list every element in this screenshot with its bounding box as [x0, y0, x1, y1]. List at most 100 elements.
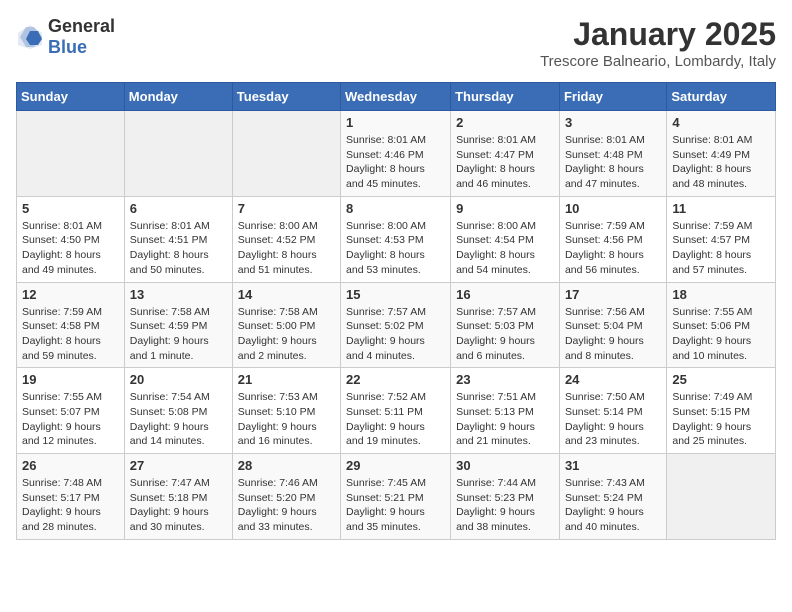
- calendar-cell: 4 Sunrise: 8:01 AM Sunset: 4:49 PM Daylig…: [667, 111, 776, 197]
- day-number: 1: [346, 115, 445, 130]
- day-number: 8: [346, 201, 445, 216]
- calendar-cell: 11 Sunrise: 7:59 AM Sunset: 4:57 PM Dayli…: [667, 196, 776, 282]
- day-info: Sunrise: 7:57 AM Sunset: 5:02 PM Dayligh…: [346, 305, 445, 364]
- calendar-subtitle: Trescore Balneario, Lombardy, Italy: [540, 53, 776, 70]
- day-number: 16: [456, 287, 554, 302]
- column-header-wednesday: Wednesday: [341, 83, 451, 111]
- day-info: Sunrise: 7:43 AM Sunset: 5:24 PM Dayligh…: [565, 476, 661, 535]
- calendar-week-4: 19 Sunrise: 7:55 AM Sunset: 5:07 PM Dayli…: [17, 368, 776, 454]
- calendar-cell: 17 Sunrise: 7:56 AM Sunset: 5:04 PM Dayli…: [559, 282, 666, 368]
- day-info: Sunrise: 8:00 AM Sunset: 4:53 PM Dayligh…: [346, 219, 445, 278]
- day-info: Sunrise: 8:01 AM Sunset: 4:49 PM Dayligh…: [672, 133, 770, 192]
- day-number: 2: [456, 115, 554, 130]
- day-info: Sunrise: 7:56 AM Sunset: 5:04 PM Dayligh…: [565, 305, 661, 364]
- calendar-cell: 26Sunrise: 7:48 AM Sunset: 5:17 PM Dayli…: [17, 454, 125, 540]
- calendar-cell: [124, 111, 232, 197]
- logo: General Blue: [16, 16, 115, 58]
- day-info: Sunrise: 8:01 AM Sunset: 4:48 PM Dayligh…: [565, 133, 661, 192]
- calendar-table: SundayMondayTuesdayWednesdayThursdayFrid…: [16, 82, 776, 540]
- calendar-cell: 18 Sunrise: 7:55 AM Sunset: 5:06 PM Dayli…: [667, 282, 776, 368]
- calendar-cell: 30 Sunrise: 7:44 AM Sunset: 5:23 PM Dayli…: [451, 454, 560, 540]
- day-number: 17: [565, 287, 661, 302]
- day-number: 15: [346, 287, 445, 302]
- day-number: 23: [456, 372, 554, 387]
- day-number: 7: [238, 201, 335, 216]
- day-number: 27: [130, 458, 227, 473]
- day-info: Sunrise: 7:55 AM Sunset: 5:07 PM Dayligh…: [22, 390, 119, 449]
- day-number: 30: [456, 458, 554, 473]
- calendar-cell: 10 Sunrise: 7:59 AM Sunset: 4:56 PM Dayli…: [559, 196, 666, 282]
- calendar-header: SundayMondayTuesdayWednesdayThursdayFrid…: [17, 83, 776, 111]
- day-info: Sunrise: 7:58 AM Sunset: 4:59 PM Dayligh…: [130, 305, 227, 364]
- day-info: Sunrise: 7:44 AM Sunset: 5:23 PM Dayligh…: [456, 476, 554, 535]
- day-number: 3: [565, 115, 661, 130]
- day-info: Sunrise: 7:46 AM Sunset: 5:20 PM Dayligh…: [238, 476, 335, 535]
- column-header-thursday: Thursday: [451, 83, 560, 111]
- day-info: Sunrise: 7:47 AM Sunset: 5:18 PM Dayligh…: [130, 476, 227, 535]
- day-info: Sunrise: 8:01 AM Sunset: 4:51 PM Dayligh…: [130, 219, 227, 278]
- day-info: Sunrise: 7:45 AM Sunset: 5:21 PM Dayligh…: [346, 476, 445, 535]
- day-number: 13: [130, 287, 227, 302]
- day-info: Sunrise: 8:01 AM Sunset: 4:46 PM Dayligh…: [346, 133, 445, 192]
- logo-icon: [16, 23, 44, 51]
- calendar-cell: 20Sunrise: 7:54 AM Sunset: 5:08 PM Dayli…: [124, 368, 232, 454]
- day-number: 22: [346, 372, 445, 387]
- day-number: 5: [22, 201, 119, 216]
- day-number: 18: [672, 287, 770, 302]
- day-info: Sunrise: 7:59 AM Sunset: 4:56 PM Dayligh…: [565, 219, 661, 278]
- calendar-cell: 19 Sunrise: 7:55 AM Sunset: 5:07 PM Dayli…: [17, 368, 125, 454]
- calendar-cell: [17, 111, 125, 197]
- day-number: 19: [22, 372, 119, 387]
- day-info: Sunrise: 7:55 AM Sunset: 5:06 PM Dayligh…: [672, 305, 770, 364]
- calendar-cell: 13 Sunrise: 7:58 AM Sunset: 4:59 PM Dayli…: [124, 282, 232, 368]
- calendar-cell: 7 Sunrise: 8:00 AM Sunset: 4:52 PM Daylig…: [232, 196, 340, 282]
- day-info: Sunrise: 7:59 AM Sunset: 4:57 PM Dayligh…: [672, 219, 770, 278]
- day-info: Sunrise: 7:58 AM Sunset: 5:00 PM Dayligh…: [238, 305, 335, 364]
- logo-blue: Blue: [48, 37, 87, 57]
- day-number: 25: [672, 372, 770, 387]
- day-info: Sunrise: 7:53 AM Sunset: 5:10 PM Dayligh…: [238, 390, 335, 449]
- page-header: General Blue January 2025 Trescore Balne…: [16, 16, 776, 70]
- day-number: 20: [130, 372, 227, 387]
- day-number: 11: [672, 201, 770, 216]
- column-header-sunday: Sunday: [17, 83, 125, 111]
- day-info: Sunrise: 7:59 AM Sunset: 4:58 PM Dayligh…: [22, 305, 119, 364]
- day-info: Sunrise: 7:57 AM Sunset: 5:03 PM Dayligh…: [456, 305, 554, 364]
- calendar-cell: 5 Sunrise: 8:01 AM Sunset: 4:50 PM Daylig…: [17, 196, 125, 282]
- day-info: Sunrise: 7:50 AM Sunset: 5:14 PM Dayligh…: [565, 390, 661, 449]
- calendar-week-5: 26Sunrise: 7:48 AM Sunset: 5:17 PM Dayli…: [17, 454, 776, 540]
- day-number: 14: [238, 287, 335, 302]
- calendar-cell: 29 Sunrise: 7:45 AM Sunset: 5:21 PM Dayli…: [341, 454, 451, 540]
- calendar-cell: 6Sunrise: 8:01 AM Sunset: 4:51 PM Daylig…: [124, 196, 232, 282]
- calendar-cell: 12 Sunrise: 7:59 AM Sunset: 4:58 PM Dayli…: [17, 282, 125, 368]
- day-info: Sunrise: 8:00 AM Sunset: 4:54 PM Dayligh…: [456, 219, 554, 278]
- calendar-cell: 22 Sunrise: 7:52 AM Sunset: 5:11 PM Dayli…: [341, 368, 451, 454]
- day-number: 31: [565, 458, 661, 473]
- day-info: Sunrise: 8:01 AM Sunset: 4:50 PM Dayligh…: [22, 219, 119, 278]
- day-number: 29: [346, 458, 445, 473]
- day-number: 10: [565, 201, 661, 216]
- calendar-week-1: 1 Sunrise: 8:01 AM Sunset: 4:46 PM Daylig…: [17, 111, 776, 197]
- day-number: 12: [22, 287, 119, 302]
- day-info: Sunrise: 8:00 AM Sunset: 4:52 PM Dayligh…: [238, 219, 335, 278]
- day-info: Sunrise: 8:01 AM Sunset: 4:47 PM Dayligh…: [456, 133, 554, 192]
- calendar-cell: 24Sunrise: 7:50 AM Sunset: 5:14 PM Dayli…: [559, 368, 666, 454]
- day-info: Sunrise: 7:52 AM Sunset: 5:11 PM Dayligh…: [346, 390, 445, 449]
- calendar-cell: 16 Sunrise: 7:57 AM Sunset: 5:03 PM Dayli…: [451, 282, 560, 368]
- calendar-cell: 31 Sunrise: 7:43 AM Sunset: 5:24 PM Dayli…: [559, 454, 666, 540]
- day-number: 9: [456, 201, 554, 216]
- calendar-cell: 23 Sunrise: 7:51 AM Sunset: 5:13 PM Dayli…: [451, 368, 560, 454]
- day-number: 28: [238, 458, 335, 473]
- calendar-cell: 9 Sunrise: 8:00 AM Sunset: 4:54 PM Daylig…: [451, 196, 560, 282]
- day-number: 21: [238, 372, 335, 387]
- day-number: 4: [672, 115, 770, 130]
- calendar-cell: 28 Sunrise: 7:46 AM Sunset: 5:20 PM Dayli…: [232, 454, 340, 540]
- calendar-week-3: 12 Sunrise: 7:59 AM Sunset: 4:58 PM Dayli…: [17, 282, 776, 368]
- logo-general: General: [48, 16, 115, 36]
- calendar-cell: 1 Sunrise: 8:01 AM Sunset: 4:46 PM Daylig…: [341, 111, 451, 197]
- calendar-cell: [667, 454, 776, 540]
- calendar-title: January 2025: [540, 16, 776, 53]
- day-info: Sunrise: 7:51 AM Sunset: 5:13 PM Dayligh…: [456, 390, 554, 449]
- day-number: 26: [22, 458, 119, 473]
- column-header-tuesday: Tuesday: [232, 83, 340, 111]
